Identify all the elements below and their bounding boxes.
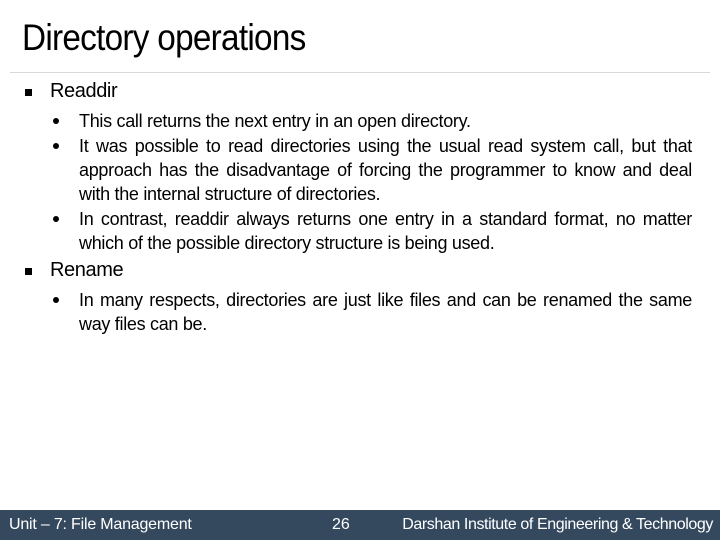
slide-footer: Unit – 7: File Management 26 Darshan Ins…: [0, 510, 720, 540]
square-bullet-icon: [25, 89, 32, 96]
bullet-text: This call returns the next entry in an o…: [79, 111, 471, 131]
section-heading-readdir: Readdir: [0, 79, 720, 104]
bullet-item: In contrast, readdir always returns one …: [53, 207, 692, 255]
footer-unit-label: Unit – 7: File Management: [9, 516, 192, 533]
round-bullet-icon: [53, 297, 59, 303]
section-heading-rename: Rename: [0, 258, 720, 283]
round-bullet-icon: [53, 216, 59, 222]
title-divider: [10, 72, 710, 73]
round-bullet-icon: [53, 143, 59, 149]
section-heading-text: Rename: [50, 259, 124, 281]
slide-body: Readdir This call returns the next entry…: [0, 79, 720, 336]
page-number: 26: [332, 516, 350, 533]
bullet-text: It was possible to read directories usin…: [79, 136, 692, 204]
bullet-item: It was possible to read directories usin…: [53, 134, 692, 206]
round-bullet-icon: [53, 118, 59, 124]
bullet-item: In many respects, directories are just l…: [53, 288, 692, 336]
slide-title: Directory operations: [22, 17, 306, 58]
bullet-item: This call returns the next entry in an o…: [53, 109, 692, 133]
square-bullet-icon: [25, 268, 32, 275]
bullet-text: In many respects, directories are just l…: [79, 290, 692, 334]
section-heading-text: Readdir: [50, 80, 118, 102]
bullet-text: In contrast, readdir always returns one …: [79, 209, 692, 253]
footer-institute-name: Darshan Institute of Engineering & Techn…: [402, 516, 713, 533]
